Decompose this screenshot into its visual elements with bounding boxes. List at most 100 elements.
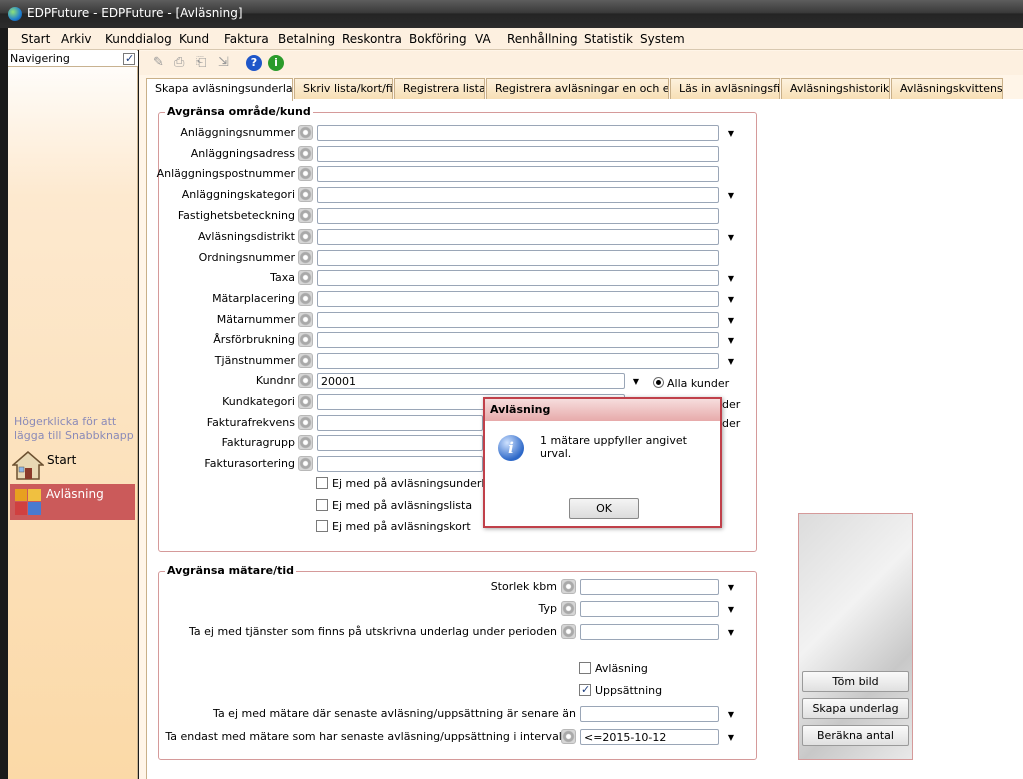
menu-bokforing[interactable]: Bokföring bbox=[409, 32, 467, 46]
field-anl-ggningskategori-input[interactable] bbox=[317, 187, 719, 203]
matare-field-4-input[interactable]: <=2015-10-12 bbox=[580, 729, 719, 745]
tab-skriv-lista[interactable]: Skriv lista/kort/fil bbox=[294, 78, 393, 99]
field-fakturafrekvens-input[interactable] bbox=[317, 415, 483, 431]
menu-betalning[interactable]: Betalning bbox=[278, 32, 335, 46]
settings-gear-icon[interactable] bbox=[298, 208, 313, 223]
field-taxa-label: Taxa bbox=[270, 271, 295, 284]
chevron-down-icon[interactable]: ▼ bbox=[723, 580, 739, 595]
chevron-down-icon[interactable]: ▼ bbox=[723, 707, 739, 722]
settings-gear-icon[interactable] bbox=[298, 415, 313, 430]
menu-kunddialog[interactable]: Kunddialog bbox=[105, 32, 172, 46]
tom-bild-button[interactable]: Töm bild bbox=[802, 671, 909, 692]
dialog-ok-button[interactable]: OK bbox=[569, 498, 639, 519]
chevron-down-icon[interactable]: ▼ bbox=[723, 292, 739, 307]
settings-gear-icon[interactable] bbox=[298, 187, 313, 202]
field-anl-ggningsnummer-input[interactable] bbox=[317, 125, 719, 141]
radio-alla-kunder[interactable] bbox=[653, 377, 664, 388]
settings-gear-icon[interactable] bbox=[298, 435, 313, 450]
matare-field-0-input[interactable] bbox=[580, 579, 719, 595]
field-fastighetsbeteckning-input[interactable] bbox=[317, 208, 719, 224]
export-icon[interactable]: ⇲ bbox=[218, 55, 234, 71]
menu-arkiv[interactable]: Arkiv bbox=[61, 32, 92, 46]
settings-gear-icon[interactable] bbox=[298, 456, 313, 471]
menu-reskontra[interactable]: Reskontra bbox=[342, 32, 402, 46]
settings-gear-icon[interactable] bbox=[298, 353, 313, 368]
settings-gear-icon[interactable] bbox=[298, 291, 313, 306]
settings-gear-icon[interactable] bbox=[561, 579, 576, 594]
field-m-tarnummer-input[interactable] bbox=[317, 312, 719, 328]
tab-registrera-en-och-en[interactable]: Registrera avläsningar en och en bbox=[486, 78, 669, 99]
berakna-antal-button[interactable]: Beräkna antal bbox=[802, 725, 909, 746]
tab-avlasningshistorik[interactable]: Avläsningshistorik bbox=[781, 78, 890, 99]
tab-las-in-avlasningsfil[interactable]: Läs in avläsningsfil bbox=[670, 78, 780, 99]
menu-statistik[interactable]: Statistik bbox=[584, 32, 633, 46]
field--rsf-rbrukning-input[interactable] bbox=[317, 332, 719, 348]
tab-avlasningskvittens[interactable]: Avläsningskvittens bbox=[891, 78, 1003, 99]
chevron-down-icon[interactable]: ▼ bbox=[723, 271, 739, 286]
navigation-pin-checkbox[interactable] bbox=[123, 52, 135, 65]
matare-field-1-input[interactable] bbox=[580, 601, 719, 617]
chevron-down-icon[interactable]: ▼ bbox=[723, 730, 739, 745]
checkbox-ej-avlasningslista[interactable] bbox=[316, 499, 328, 511]
menu-faktura[interactable]: Faktura bbox=[224, 32, 269, 46]
field-tj-nstnummer-input[interactable] bbox=[317, 353, 719, 369]
chevron-down-icon[interactable]: ▼ bbox=[723, 354, 739, 369]
chevron-down-icon[interactable]: ▼ bbox=[723, 188, 739, 203]
field-avl-sningsdistrikt-label: Avläsningsdistrikt bbox=[198, 230, 295, 243]
matare-field-3-label: Ta ej med mätare där senaste avläsning/u… bbox=[213, 707, 576, 720]
matare-field-2-input[interactable] bbox=[580, 624, 719, 640]
menu-system[interactable]: System bbox=[640, 32, 685, 46]
settings-gear-icon[interactable] bbox=[298, 250, 313, 265]
matare-field-3-input[interactable] bbox=[580, 706, 719, 722]
skapa-underlag-button[interactable]: Skapa underlag bbox=[802, 698, 909, 719]
checkbox-uppsattning[interactable] bbox=[579, 683, 591, 696]
chevron-down-icon[interactable]: ▼ bbox=[723, 126, 739, 141]
settings-gear-icon[interactable] bbox=[298, 229, 313, 244]
field-anl-ggningspostnummer-input[interactable] bbox=[317, 166, 719, 182]
chevron-down-icon[interactable]: ▼ bbox=[628, 374, 644, 389]
app-icon bbox=[8, 7, 22, 21]
settings-gear-icon[interactable] bbox=[298, 373, 313, 388]
field-anl-ggningsadress-input[interactable] bbox=[317, 146, 719, 162]
field-avl-sningsdistrikt-input[interactable] bbox=[317, 229, 719, 245]
info-icon[interactable]: i bbox=[268, 55, 284, 71]
field-anl-ggningsadress-label: Anläggningsadress bbox=[190, 147, 295, 160]
tab-registrera-lista[interactable]: Registrera lista bbox=[394, 78, 485, 99]
settings-gear-icon[interactable] bbox=[298, 270, 313, 285]
settings-gear-icon[interactable] bbox=[298, 332, 313, 347]
chevron-down-icon[interactable]: ▼ bbox=[723, 313, 739, 328]
settings-gear-icon[interactable] bbox=[561, 601, 576, 616]
checkbox-avlasning[interactable] bbox=[579, 662, 591, 674]
chevron-down-icon[interactable]: ▼ bbox=[723, 602, 739, 617]
checkbox-ej-avlasningsunderlag[interactable] bbox=[316, 477, 328, 489]
settings-gear-icon[interactable] bbox=[298, 125, 313, 140]
chevron-down-icon[interactable]: ▼ bbox=[723, 230, 739, 245]
chevron-down-icon[interactable]: ▼ bbox=[723, 333, 739, 348]
nav-item-start[interactable]: Start bbox=[10, 450, 136, 482]
menu-start[interactable]: Start bbox=[21, 32, 50, 46]
settings-gear-icon[interactable] bbox=[561, 624, 576, 639]
checkbox-ej-avlasningskort[interactable] bbox=[316, 520, 328, 532]
nav-item-avlasning[interactable]: Avläsning bbox=[10, 484, 135, 520]
settings-gear-icon[interactable] bbox=[298, 166, 313, 181]
field-ordningsnummer-input[interactable] bbox=[317, 250, 719, 266]
menu-va[interactable]: VA bbox=[475, 32, 491, 46]
tab-skapa-avlasningsunderlag[interactable]: Skapa avläsningsunderlag bbox=[146, 78, 293, 101]
field-m-tarplacering-input[interactable] bbox=[317, 291, 719, 307]
open-icon[interactable]: ✎ bbox=[153, 55, 169, 71]
settings-gear-icon[interactable] bbox=[561, 729, 576, 744]
menu-kund[interactable]: Kund bbox=[179, 32, 209, 46]
field-kundnr-input[interactable]: 20001 bbox=[317, 373, 625, 389]
menu-renhallning[interactable]: Renhållning bbox=[507, 32, 578, 46]
settings-gear-icon[interactable] bbox=[298, 394, 313, 409]
print-icon[interactable]: ⎙ bbox=[174, 55, 190, 71]
field-taxa-input[interactable] bbox=[317, 270, 719, 286]
field-fakturasortering-input[interactable] bbox=[317, 456, 483, 472]
chevron-down-icon[interactable]: ▼ bbox=[723, 625, 739, 640]
preview-icon[interactable]: ⎗ bbox=[196, 55, 212, 71]
field--rsf-rbrukning-label: Årsförbrukning bbox=[213, 333, 295, 346]
settings-gear-icon[interactable] bbox=[298, 312, 313, 327]
field-fakturagrupp-input[interactable] bbox=[317, 435, 483, 451]
settings-gear-icon[interactable] bbox=[298, 146, 313, 161]
help-icon[interactable]: ? bbox=[246, 55, 262, 71]
